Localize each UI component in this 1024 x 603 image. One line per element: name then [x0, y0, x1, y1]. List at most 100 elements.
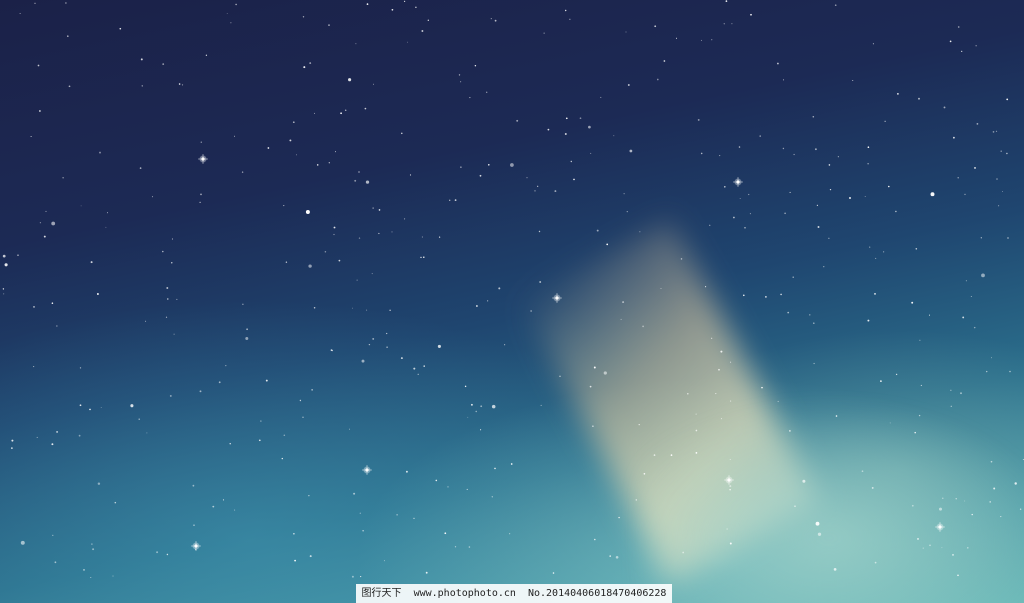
star [498, 287, 501, 290]
star [569, 18, 571, 20]
star [314, 112, 315, 114]
star [222, 499, 225, 501]
star [283, 205, 285, 207]
star [952, 554, 954, 556]
star [474, 64, 477, 67]
star [449, 199, 451, 201]
star [366, 3, 369, 5]
star [700, 152, 703, 155]
star [730, 361, 732, 363]
star [479, 174, 482, 177]
star [56, 430, 59, 433]
star [407, 41, 409, 43]
star [552, 572, 555, 574]
star [54, 561, 57, 564]
star [729, 489, 731, 491]
star [140, 58, 143, 61]
star [867, 163, 869, 165]
star [849, 197, 851, 199]
star [99, 151, 101, 154]
star [579, 117, 582, 120]
star [171, 262, 173, 264]
star [235, 3, 237, 6]
star [949, 40, 952, 43]
star [787, 311, 790, 314]
star [738, 146, 741, 148]
star [356, 279, 358, 281]
star [403, 0, 406, 3]
star [364, 107, 367, 110]
star [67, 35, 69, 37]
star [711, 39, 713, 41]
star [777, 400, 779, 403]
star [476, 305, 478, 307]
star [654, 25, 657, 28]
star [91, 543, 93, 545]
star [11, 439, 14, 442]
star [874, 561, 877, 564]
star [181, 84, 184, 86]
star [173, 333, 175, 335]
star [759, 135, 761, 137]
star [726, 528, 728, 530]
star [964, 193, 966, 196]
star [687, 392, 689, 395]
star [695, 413, 697, 415]
star [361, 359, 365, 363]
star [990, 460, 993, 463]
star [43, 235, 46, 238]
star [39, 110, 41, 112]
star [705, 286, 707, 288]
star [328, 24, 330, 26]
star [480, 405, 483, 408]
star [911, 301, 914, 304]
star [625, 31, 627, 33]
star [748, 193, 750, 196]
star [864, 195, 866, 197]
star [333, 226, 336, 229]
star [415, 6, 417, 9]
star [833, 568, 837, 571]
star [79, 404, 82, 407]
star [11, 447, 13, 449]
star [444, 532, 447, 535]
star [964, 500, 966, 502]
star [267, 147, 270, 149]
star [570, 160, 573, 163]
star [386, 346, 388, 349]
star [920, 384, 922, 386]
star [883, 251, 885, 253]
star [378, 232, 380, 235]
star [372, 337, 375, 340]
star [789, 430, 791, 432]
star [1009, 370, 1011, 373]
star [884, 120, 886, 122]
star [488, 164, 490, 166]
star [460, 81, 462, 83]
star [670, 454, 673, 456]
star [241, 171, 244, 173]
star [960, 392, 962, 395]
star [682, 551, 685, 554]
star [792, 276, 794, 278]
star [789, 191, 791, 193]
star [225, 365, 227, 367]
star [114, 501, 117, 504]
star [404, 218, 406, 220]
star [837, 156, 839, 158]
star [965, 280, 967, 282]
star [435, 479, 438, 482]
star [942, 497, 944, 499]
star [234, 135, 236, 137]
bright-star [362, 465, 372, 475]
star [51, 302, 54, 304]
star [308, 264, 312, 268]
star [729, 542, 732, 545]
star [725, 0, 728, 2]
star [487, 300, 489, 302]
star [409, 174, 412, 176]
star [875, 257, 877, 259]
bright-star [724, 475, 734, 485]
star [167, 298, 169, 300]
star [230, 22, 232, 24]
